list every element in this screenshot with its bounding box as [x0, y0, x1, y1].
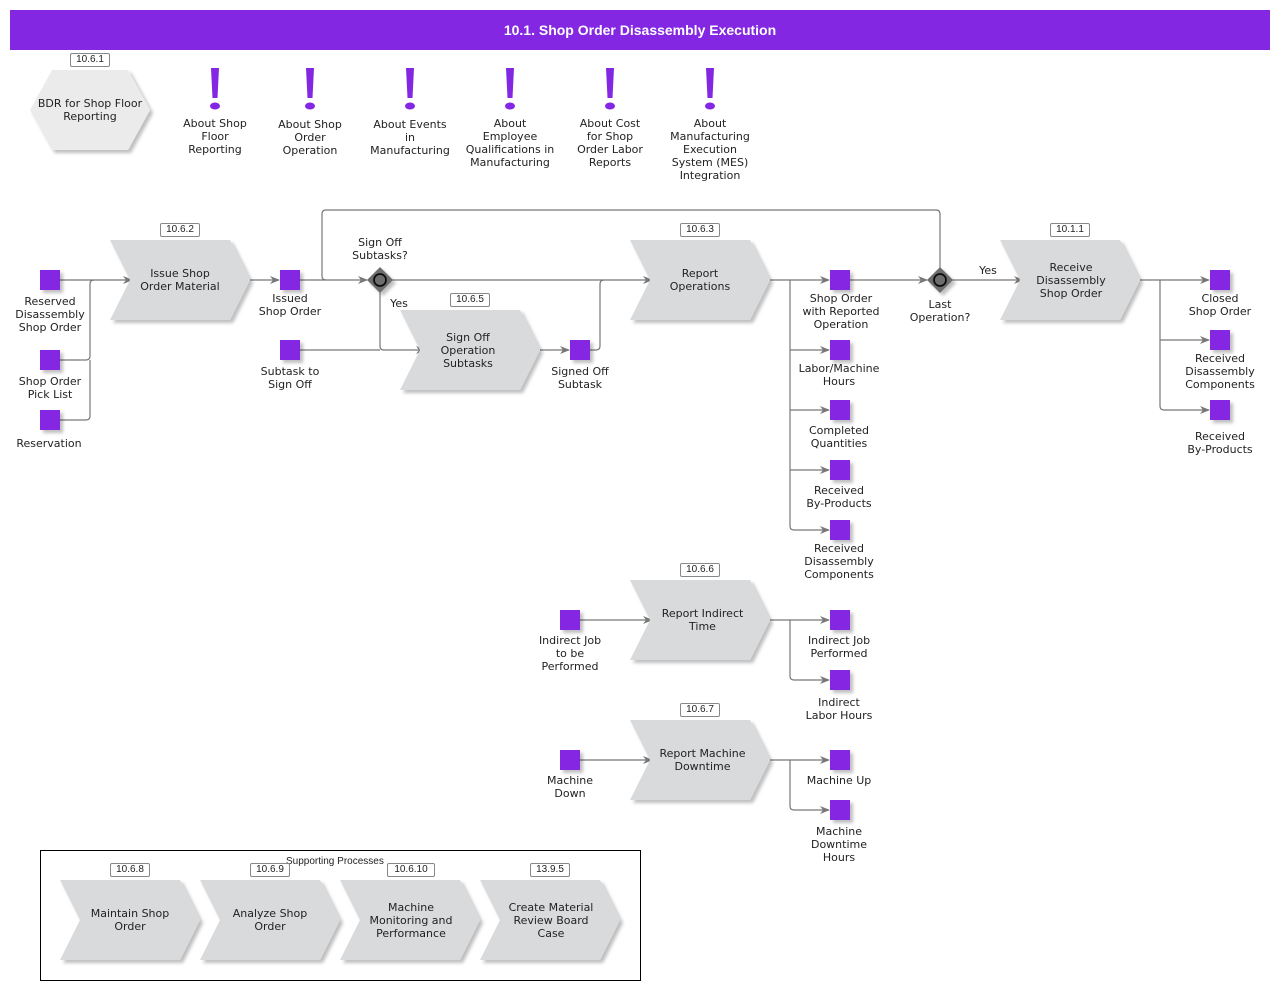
- note-label[interactable]: About Shop Floor Reporting: [165, 117, 265, 156]
- obj-closed-order[interactable]: [1210, 270, 1230, 290]
- note-label[interactable]: About Events in Manufacturing: [360, 118, 460, 157]
- support-1-ref: 10.6.8: [110, 863, 150, 877]
- note-label[interactable]: About Cost for Shop Order Labor Reports: [560, 117, 660, 169]
- process-issue-ref: 10.6.2: [160, 223, 200, 237]
- data-objects: [40, 270, 1230, 820]
- obj-received-components-2-label: Received Disassembly Components: [1185, 352, 1255, 391]
- gateway-last-label: Last Operation?: [909, 298, 971, 324]
- obj-machine-downtime-hours-label: Machine Downtime Hours: [810, 825, 868, 864]
- support-2-ref: 10.6.9: [250, 863, 290, 877]
- exclamation-icon[interactable]: [404, 68, 416, 114]
- process-signoff-label[interactable]: Sign Off Operation Subtasks: [413, 328, 523, 372]
- obj-completed-qty-label: Completed Quantities: [809, 424, 869, 450]
- support-3-ref: 10.6.10: [387, 863, 435, 877]
- process-receive-label[interactable]: Receive Disassembly Shop Order: [1015, 260, 1127, 300]
- note-label[interactable]: About Shop Order Operation: [260, 118, 360, 157]
- obj-order-reported-op[interactable]: [830, 270, 850, 290]
- obj-closed-order-label: Closed Shop Order: [1188, 292, 1252, 318]
- support-2-label[interactable]: Analyze Shop Order: [215, 900, 325, 940]
- obj-machine-down-label: Machine Down: [546, 774, 594, 800]
- exclamation-icon[interactable]: [704, 68, 716, 114]
- bdr-ref: 10.6.1: [70, 53, 110, 67]
- process-indirect-ref: 10.6.6: [680, 563, 720, 577]
- exclamation-icon[interactable]: [209, 68, 221, 114]
- obj-indirect-job-todo[interactable]: [560, 610, 580, 630]
- process-issue-label[interactable]: Issue Shop Order Material: [125, 260, 235, 300]
- obj-labor-hours[interactable]: [830, 340, 850, 360]
- obj-received-components-2[interactable]: [1210, 330, 1230, 350]
- note-label[interactable]: About Manufacturing Execution System (ME…: [660, 117, 760, 182]
- obj-pick-list-label: Shop Order Pick List: [18, 375, 82, 401]
- support-4-label[interactable]: Create Material Review Board Case: [495, 900, 607, 940]
- process-receive-ref: 10.1.1: [1050, 223, 1090, 237]
- bdr-label[interactable]: BDR for Shop Floor Reporting: [30, 90, 150, 130]
- gateway-signoff[interactable]: [367, 267, 393, 293]
- obj-received-byproducts[interactable]: [830, 460, 850, 480]
- gateway-last-operation[interactable]: [927, 267, 953, 293]
- obj-machine-down[interactable]: [560, 750, 580, 770]
- obj-machine-downtime-hours[interactable]: [830, 800, 850, 820]
- note-label[interactable]: About Employee Qualifications in Manufac…: [455, 117, 565, 169]
- process-report-ref: 10.6.3: [680, 223, 720, 237]
- obj-received-components[interactable]: [830, 520, 850, 540]
- exclamation-icon[interactable]: [604, 68, 616, 114]
- support-1-label[interactable]: Maintain Shop Order: [75, 900, 185, 940]
- obj-indirect-job-done[interactable]: [830, 610, 850, 630]
- obj-received-byproducts-2-label: Received By-Products: [1187, 430, 1253, 456]
- gateway-signoff-label: Sign Off Subtasks?: [352, 236, 408, 262]
- process-downtime-ref: 10.6.7: [680, 703, 720, 717]
- support-3-label[interactable]: Machine Monitoring and Performance: [355, 900, 467, 940]
- obj-issued-order-label: Issued Shop Order: [258, 292, 322, 318]
- flow-signed-to-report: [590, 279, 605, 351]
- obj-machine-up[interactable]: [830, 750, 850, 770]
- obj-received-byproducts-label: Received By-Products: [806, 484, 872, 510]
- process-report-label[interactable]: Report Operations: [645, 260, 755, 300]
- obj-indirect-hours[interactable]: [830, 670, 850, 690]
- gateway-signoff-yes: Yes: [390, 297, 408, 310]
- gateway-last-yes: Yes: [979, 264, 997, 277]
- obj-reserved-order-label: Reserved Disassembly Shop Order: [15, 295, 85, 334]
- obj-reserved-order[interactable]: [40, 270, 60, 290]
- obj-issued-order[interactable]: [280, 270, 300, 290]
- obj-order-reported-op-label: Shop Order with Reported Operation: [802, 292, 880, 331]
- process-indirect-label[interactable]: Report Indirect Time: [645, 600, 760, 640]
- obj-indirect-job-todo-label: Indirect Job to be Performed: [538, 634, 602, 673]
- obj-subtask-to-sign[interactable]: [280, 340, 300, 360]
- support-4-ref: 13.9.5: [530, 863, 570, 877]
- obj-signed-subtask[interactable]: [570, 340, 590, 360]
- obj-completed-qty[interactable]: [830, 400, 850, 420]
- obj-machine-up-label: Machine Up: [806, 774, 872, 787]
- process-downtime-label[interactable]: Report Machine Downtime: [645, 740, 760, 780]
- supporting-processes-title: Supporting Processes: [286, 856, 384, 867]
- obj-received-components-label: Received Disassembly Components: [804, 542, 874, 581]
- obj-indirect-job-done-label: Indirect Job Performed: [807, 634, 871, 660]
- obj-labor-hours-label: Labor/Machine Hours: [798, 362, 880, 388]
- exclamation-icon[interactable]: [504, 68, 516, 114]
- obj-signed-subtask-label: Signed Off Subtask: [551, 365, 609, 391]
- process-signoff-ref: 10.6.5: [450, 293, 490, 307]
- obj-pick-list[interactable]: [40, 350, 60, 370]
- obj-reservation[interactable]: [40, 410, 60, 430]
- obj-indirect-hours-label: Indirect Labor Hours: [805, 696, 873, 722]
- obj-received-byproducts-2[interactable]: [1210, 400, 1230, 420]
- exclamation-icon[interactable]: [304, 68, 316, 114]
- obj-subtask-to-sign-label: Subtask to Sign Off: [260, 365, 320, 391]
- obj-reservation-label: Reservation: [16, 437, 82, 450]
